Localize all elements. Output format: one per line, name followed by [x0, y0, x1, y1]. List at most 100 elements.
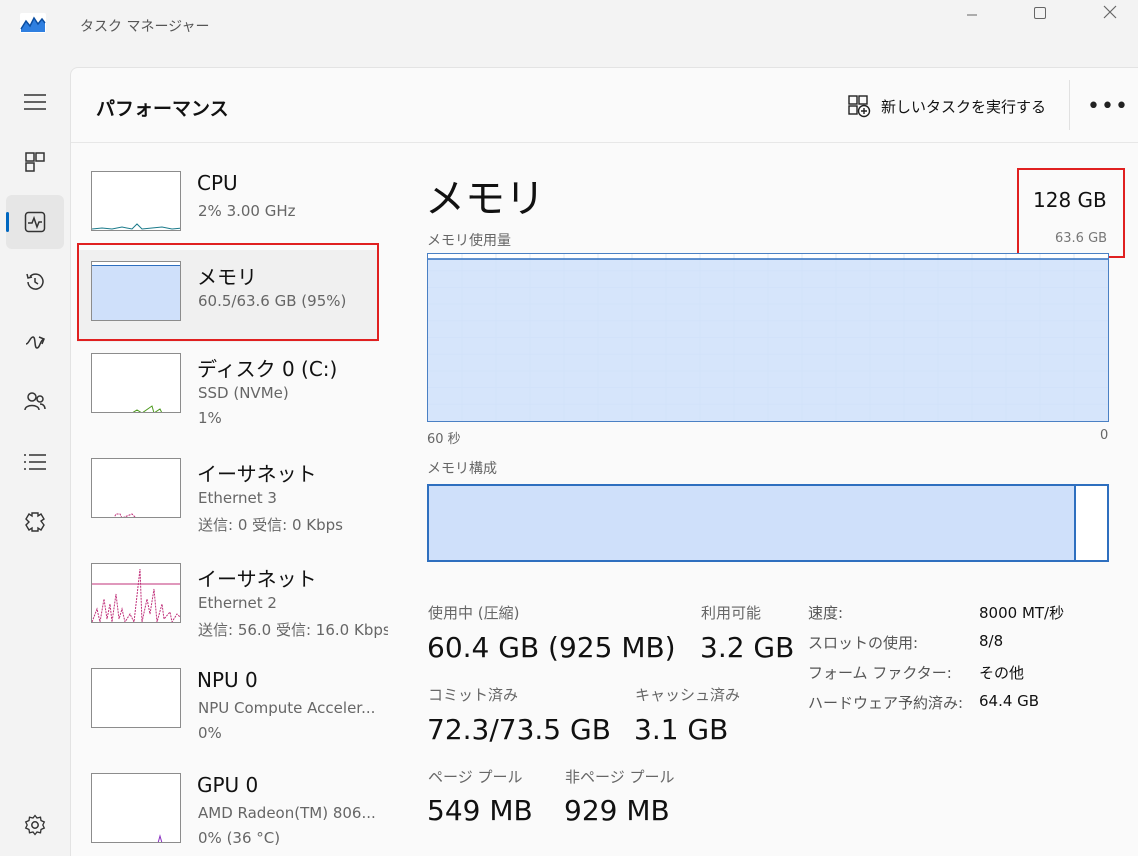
device-subtitle: Ethernet 2	[198, 594, 277, 612]
maximize-button[interactable]	[1012, 0, 1068, 24]
disk-thumbnail	[91, 353, 181, 413]
nav-app-history[interactable]	[6, 255, 64, 309]
performance-icon	[24, 211, 46, 233]
device-subtitle: NPU Compute Acceler...	[198, 699, 376, 717]
usage-graph-fill	[428, 259, 1108, 421]
memory-composition-bar	[427, 484, 1109, 562]
spec-hardware-reserved-label: ハードウェア予約済み:	[808, 694, 964, 712]
maximize-icon	[1034, 7, 1046, 19]
composition-in-use	[429, 486, 1077, 560]
app-history-icon	[26, 273, 44, 290]
spec-form-factor-label: フォーム ファクター:	[808, 664, 952, 682]
main-panel: パフォーマンス 新しいタスクを実行する ••• CPU 2% 3.00 GHz …	[70, 67, 1138, 856]
nonpaged-pool-label: 非ページ プール	[565, 768, 675, 786]
settings-icon	[24, 814, 46, 836]
processes-icon	[25, 152, 45, 172]
committed-label: コミット済み	[428, 686, 519, 704]
left-navigation	[0, 72, 68, 856]
device-name: イーサネット	[197, 567, 317, 591]
paged-pool-label: ページ プール	[428, 768, 523, 786]
nav-startup-apps[interactable]	[6, 315, 64, 369]
gpu-graph-line	[157, 834, 163, 842]
graph-axis-right: 0	[1100, 428, 1109, 443]
title-bar: タスク マネージャー	[0, 0, 1138, 52]
more-options-button[interactable]: •••	[1087, 90, 1128, 122]
minimize-icon	[967, 14, 977, 16]
device-name: NPU 0	[197, 668, 258, 692]
nav-details[interactable]	[6, 435, 64, 489]
run-new-task-button[interactable]: 新しいタスクを実行する	[847, 88, 1046, 124]
nav-performance[interactable]	[6, 195, 64, 249]
ethernet-3-graph-line	[113, 513, 136, 517]
device-npu-0[interactable]: NPU 0 NPU Compute Acceler... 0%	[77, 657, 377, 749]
device-subtitle: SSD (NVMe)	[198, 384, 289, 402]
page-header: パフォーマンス 新しいタスクを実行する •••	[71, 68, 1138, 143]
device-ethernet-3[interactable]: イーサネット Ethernet 3 送信: 0 受信: 0 Kbps	[77, 447, 377, 539]
cpu-graph-line	[92, 223, 180, 230]
device-ethernet-2[interactable]: イーサネット Ethernet 2 送信: 56.0 受信: 16.0 Kbps	[77, 552, 388, 644]
memory-usage-graph	[427, 253, 1109, 422]
header-divider	[1069, 80, 1070, 130]
device-cpu[interactable]: CPU 2% 3.00 GHz	[77, 160, 377, 252]
startup-apps-icon	[25, 336, 45, 349]
spec-slots-value: 8/8	[979, 632, 1004, 650]
page-title: パフォーマンス	[96, 98, 229, 120]
nav-users[interactable]	[6, 375, 64, 429]
close-icon	[1103, 5, 1117, 19]
close-button[interactable]	[1082, 0, 1138, 24]
minimize-button[interactable]	[944, 0, 1000, 24]
ethernet-2-thumbnail	[91, 563, 181, 623]
committed-value: 72.3/73.5 GB	[427, 713, 611, 746]
spec-form-factor-value: その他	[979, 664, 1025, 682]
memory-highlight-box	[77, 243, 379, 341]
details-icon	[24, 454, 46, 470]
memory-usage-label: メモリ使用量	[427, 233, 511, 249]
memory-composition-label: メモリ構成	[427, 461, 497, 477]
nav-services[interactable]	[6, 495, 64, 549]
spec-speed-value: 8000 MT/秒	[979, 604, 1065, 622]
window-title: タスク マネージャー	[80, 19, 210, 35]
available-label: 利用可能	[701, 604, 762, 622]
in-use-label: 使用中 (圧縮)	[428, 604, 520, 622]
device-detail: 0% (36 °C)	[198, 829, 281, 847]
detail-title: メモリ	[425, 176, 545, 222]
device-name: CPU	[197, 171, 238, 195]
device-gpu-0[interactable]: GPU 0 AMD Radeon(TM) 806... 0% (36 °C)	[77, 762, 377, 854]
device-name: GPU 0	[197, 773, 259, 797]
users-icon	[24, 392, 46, 411]
paged-pool-value: 549 MB	[427, 794, 533, 827]
device-detail: 0%	[198, 724, 222, 742]
device-detail: 送信: 0 受信: 0 Kbps	[198, 516, 343, 534]
available-value: 3.2 GB	[700, 631, 795, 664]
device-subtitle: Ethernet 3	[198, 489, 277, 507]
nav-processes[interactable]	[6, 135, 64, 189]
services-icon	[25, 512, 45, 532]
device-subtitle: 2% 3.00 GHz	[198, 202, 296, 220]
npu-thumbnail	[91, 668, 181, 728]
hamburger-menu-button[interactable]	[6, 75, 64, 129]
total-highlight-box	[1017, 168, 1125, 258]
cpu-thumbnail	[91, 171, 181, 231]
ethernet-2-graph-line	[92, 568, 180, 622]
spec-slots-label: スロットの使用:	[808, 634, 919, 652]
cached-value: 3.1 GB	[634, 713, 729, 746]
nonpaged-pool-value: 929 MB	[564, 794, 670, 827]
device-detail: 1%	[198, 409, 222, 427]
task-manager-icon	[20, 13, 46, 33]
more-icon: •••	[1087, 93, 1129, 119]
run-new-task-label: 新しいタスクを実行する	[881, 97, 1047, 116]
new-task-icon	[848, 95, 871, 118]
spec-speed-label: 速度:	[808, 604, 844, 622]
device-name: ディスク 0 (C:)	[197, 357, 338, 381]
cached-label: キャッシュ済み	[635, 686, 741, 704]
in-use-value: 60.4 GB (925 MB)	[427, 631, 676, 664]
device-name: イーサネット	[197, 462, 317, 486]
spec-hardware-reserved-value: 64.4 GB	[979, 692, 1040, 710]
disk-graph-line	[132, 405, 163, 412]
settings-button[interactable]	[6, 798, 64, 852]
ethernet-3-thumbnail	[91, 458, 181, 518]
device-detail: 送信: 56.0 受信: 16.0 Kbps	[198, 621, 388, 639]
hamburger-menu-icon	[24, 94, 46, 110]
device-disk-0[interactable]: ディスク 0 (C:) SSD (NVMe) 1%	[77, 342, 377, 434]
device-subtitle: AMD Radeon(TM) 806...	[198, 804, 376, 822]
